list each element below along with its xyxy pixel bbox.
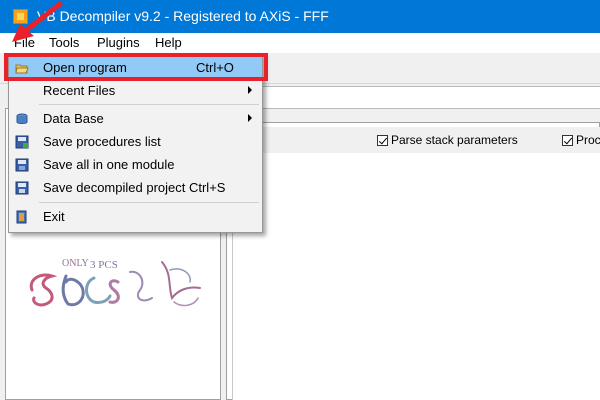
menu-item-exit[interactable]: Exit	[9, 206, 262, 228]
procedure-label: Proc	[576, 133, 600, 147]
svg-text:3 PCS: 3 PCS	[90, 259, 118, 271]
annotation-highlight-box	[4, 53, 268, 81]
menu-item-database[interactable]: Data Base	[9, 108, 262, 130]
procedure-checkbox[interactable]: Proc	[562, 133, 600, 147]
right-panel-header	[226, 108, 600, 123]
menu-separator	[39, 104, 259, 105]
menu-item-save-procedures[interactable]: Save procedures list	[9, 131, 262, 153]
save-project-icon	[15, 181, 29, 195]
checkbox-checked-icon	[562, 134, 573, 146]
parse-stack-checkbox[interactable]: Parse stack parameters	[377, 133, 518, 147]
menu-bar: File Tools Plugins Help	[0, 33, 600, 53]
parse-stack-label: Parse stack parameters	[391, 133, 518, 147]
svg-text:ONLY: ONLY	[62, 258, 89, 269]
address-strip	[230, 86, 600, 110]
submenu-arrow-icon	[248, 86, 252, 94]
menu-plugins[interactable]: Plugins	[95, 35, 142, 50]
menu-help[interactable]: Help	[153, 35, 184, 50]
window-title: VB Decompiler v9.2 - Registered to AXiS …	[37, 8, 329, 24]
menu-item-recent-files[interactable]: Recent Files	[9, 80, 262, 102]
submenu-arrow-icon	[248, 114, 252, 122]
save-all-label: Save all in one module	[43, 157, 175, 172]
recent-files-label: Recent Files	[43, 83, 116, 98]
title-bar: VB Decompiler v9.2 - Registered to AXiS …	[0, 0, 600, 33]
save-list-icon	[15, 135, 29, 149]
database-icon	[16, 113, 28, 124]
menu-item-save-project[interactable]: Save decompiled project Ctrl+S	[9, 177, 262, 199]
database-label: Data Base	[43, 111, 104, 126]
exit-label: Exit	[43, 209, 65, 224]
menu-separator	[39, 202, 259, 203]
save-module-icon	[15, 158, 29, 172]
save-procedures-label: Save procedures list	[43, 134, 161, 149]
checkbox-checked-icon	[377, 134, 388, 146]
exit-icon	[16, 210, 27, 224]
logo-image: ONLY 3 PCS	[29, 258, 201, 307]
code-editor[interactable]	[232, 153, 600, 400]
save-project-label: Save decompiled project Ctrl+S	[43, 180, 226, 195]
options-bar: Parse stack parameters Proc	[227, 127, 600, 153]
menu-item-save-all[interactable]: Save all in one module	[9, 154, 262, 176]
annotation-arrow-icon	[12, 1, 63, 42]
